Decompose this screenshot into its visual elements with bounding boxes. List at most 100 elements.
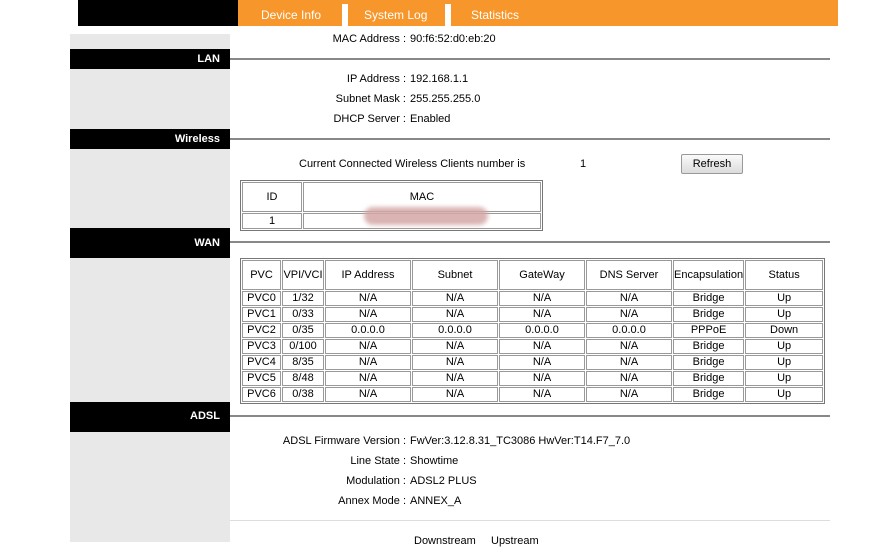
subnet-mask-label: Subnet Mask : [335, 93, 406, 105]
pvc-cell: PVC6 [242, 387, 281, 402]
table-header: DNS Server [586, 260, 672, 290]
pvc-cell: PVC2 [242, 323, 281, 338]
status-cell: Up [745, 339, 824, 354]
encapsulation-cell: Bridge [673, 387, 745, 402]
dns-cell: N/A [586, 339, 672, 354]
table-row: PVC2 0/35 0.0.0.0 0.0.0.0 0.0.0.0 0.0.0.0 PPPo… [242, 323, 824, 338]
adsl-firmware-value: FwVer:3.12.8.31_TC3086 HwVer:T14.F7_7.0 [410, 435, 631, 447]
subnet-cell: N/A [412, 291, 498, 306]
status-cell: Up [745, 291, 824, 306]
redacted-mac-blur [364, 207, 488, 225]
mac-address-value: 90:f6:52:d0:eb:20 [410, 33, 496, 45]
gateway-cell: N/A [499, 291, 585, 306]
downstream-header: Downstream [414, 535, 476, 547]
gateway-cell: N/A [499, 371, 585, 386]
table-header: IP Address [325, 260, 411, 290]
subnet-cell: N/A [412, 387, 498, 402]
refresh-button[interactable]: Refresh [681, 154, 743, 174]
section-divider [230, 520, 830, 521]
vpi-vci-cell: 8/48 [282, 371, 324, 386]
mac-address-label: MAC Address : [332, 33, 406, 45]
subnet-cell: 0.0.0.0 [412, 323, 498, 338]
adsl-firmware-label: ADSL Firmware Version : [282, 435, 406, 447]
table-header: Subnet [412, 260, 498, 290]
pvc-cell: PVC1 [242, 307, 281, 322]
dns-cell: N/A [586, 307, 672, 322]
wireless-clients-label: Current Connected Wireless Clients numbe… [299, 158, 526, 170]
dhcp-server-label: DHCP Server : [333, 113, 406, 125]
vpi-vci-cell: 0/100 [282, 339, 324, 354]
table-row: PVC4 8/35 N/A N/A N/A N/A Bridge Up [242, 355, 824, 370]
status-cell: Down [745, 323, 824, 338]
dns-cell: 0.0.0.0 [586, 323, 672, 338]
gateway-cell: N/A [499, 339, 585, 354]
dns-cell: N/A [586, 387, 672, 402]
ip-cell: 0.0.0.0 [325, 323, 411, 338]
ip-cell: N/A [325, 387, 411, 402]
pvc-cell: PVC3 [242, 339, 281, 354]
ip-address-label: IP Address : [346, 73, 406, 85]
line-state-value: Showtime [410, 455, 459, 467]
table-row: PVC6 0/38 N/A N/A N/A N/A Bridge Up [242, 387, 824, 402]
ip-cell: N/A [325, 307, 411, 322]
table-header: GateWay [499, 260, 585, 290]
encapsulation-cell: Bridge [673, 307, 745, 322]
tab-system-log[interactable]: System Log [364, 0, 427, 26]
section-divider [230, 241, 830, 243]
section-divider [230, 58, 830, 60]
modulation-label: Modulation : [346, 475, 406, 487]
gateway-cell: 0.0.0.0 [499, 323, 585, 338]
encapsulation-cell: Bridge [673, 339, 745, 354]
section-header-wireless: Wireless [70, 129, 230, 149]
subnet-cell: N/A [412, 307, 498, 322]
ip-address-value: 192.168.1.1 [410, 73, 469, 85]
gateway-cell: N/A [499, 355, 585, 370]
vpi-vci-cell: 1/32 [282, 291, 324, 306]
status-cell: Up [745, 307, 824, 322]
tab-separator [445, 4, 451, 26]
section-header-adsl: ADSL [70, 402, 230, 432]
status-cell: Up [745, 371, 824, 386]
vpi-vci-cell: 0/38 [282, 387, 324, 402]
section-divider [230, 138, 830, 140]
dns-cell: N/A [586, 355, 672, 370]
status-cell: Up [745, 355, 824, 370]
encapsulation-cell: Bridge [673, 371, 745, 386]
dhcp-server-value: Enabled [410, 113, 451, 125]
annex-mode-value: ANNEX_A [410, 495, 462, 507]
dns-cell: N/A [586, 291, 672, 306]
ip-cell: N/A [325, 371, 411, 386]
annex-mode-label: Annex Mode : [338, 495, 406, 507]
modulation-value: ADSL2 PLUS [410, 475, 477, 487]
vpi-vci-cell: 0/35 [282, 323, 324, 338]
table-row: PVC5 8/48 N/A N/A N/A N/A Bridge Up [242, 371, 824, 386]
top-bar-black [78, 0, 238, 26]
subnet-mask-value: 255.255.255.0 [410, 93, 481, 105]
table-row: PVC1 0/33 N/A N/A N/A N/A Bridge Up [242, 307, 824, 322]
pvc-cell: PVC4 [242, 355, 281, 370]
encapsulation-cell: Bridge [673, 355, 745, 370]
tab-statistics[interactable]: Statistics [471, 0, 519, 26]
table-header: Status [745, 260, 824, 290]
table-header: Encapsulation [673, 260, 745, 290]
pvc-cell: PVC0 [242, 291, 281, 306]
dns-cell: N/A [586, 371, 672, 386]
gateway-cell: N/A [499, 387, 585, 402]
table-header: PVC [242, 260, 281, 290]
section-divider [230, 415, 830, 417]
section-header-lan: LAN [70, 49, 230, 69]
table-row: PVC0 1/32 N/A N/A N/A N/A Bridge Up [242, 291, 824, 306]
status-cell: Up [745, 387, 824, 402]
tab-device-info[interactable]: Device Info [261, 0, 321, 26]
line-state-label: Line State : [350, 455, 406, 467]
table-row: PVC3 0/100 N/A N/A N/A N/A Bridge Up [242, 339, 824, 354]
table-header-id: ID [242, 182, 302, 212]
pvc-cell: PVC5 [242, 371, 281, 386]
wan-pvc-table: PVC VPI/VCI IP Address Subnet GateWay DN… [240, 258, 826, 404]
ip-cell: N/A [325, 339, 411, 354]
client-id: 1 [242, 213, 302, 229]
upstream-header: Upstream [491, 535, 539, 547]
wireless-clients-count: 1 [580, 158, 587, 170]
encapsulation-cell: PPPoE [673, 323, 745, 338]
ip-cell: N/A [325, 355, 411, 370]
